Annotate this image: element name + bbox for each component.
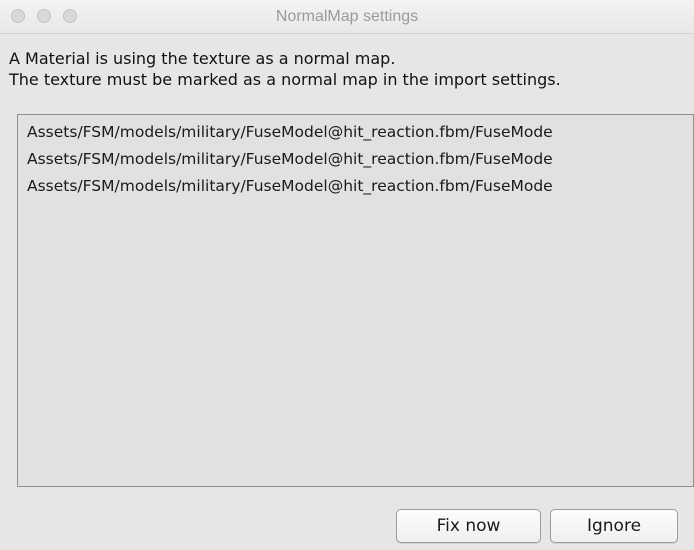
message-line-1: A Material is using the texture as a nor… [9,49,396,68]
ignore-button[interactable]: Ignore [550,509,678,543]
fix-now-button[interactable]: Fix now [396,509,541,543]
message-line-2: The texture must be marked as a normal m… [9,70,561,89]
title-bar: NormalMap settings [0,0,694,34]
normalmap-dialog: NormalMap settings A Material is using t… [0,0,694,550]
asset-list[interactable]: Assets/FSM/models/military/FuseModel@hit… [17,114,694,487]
window-title: NormalMap settings [275,8,419,25]
message-text: A Material is using the texture as a nor… [9,48,561,90]
list-item[interactable]: Assets/FSM/models/military/FuseModel@hit… [27,119,553,145]
list-item[interactable]: Assets/FSM/models/military/FuseModel@hit… [27,173,553,199]
list-item[interactable]: Assets/FSM/models/military/FuseModel@hit… [27,146,553,172]
